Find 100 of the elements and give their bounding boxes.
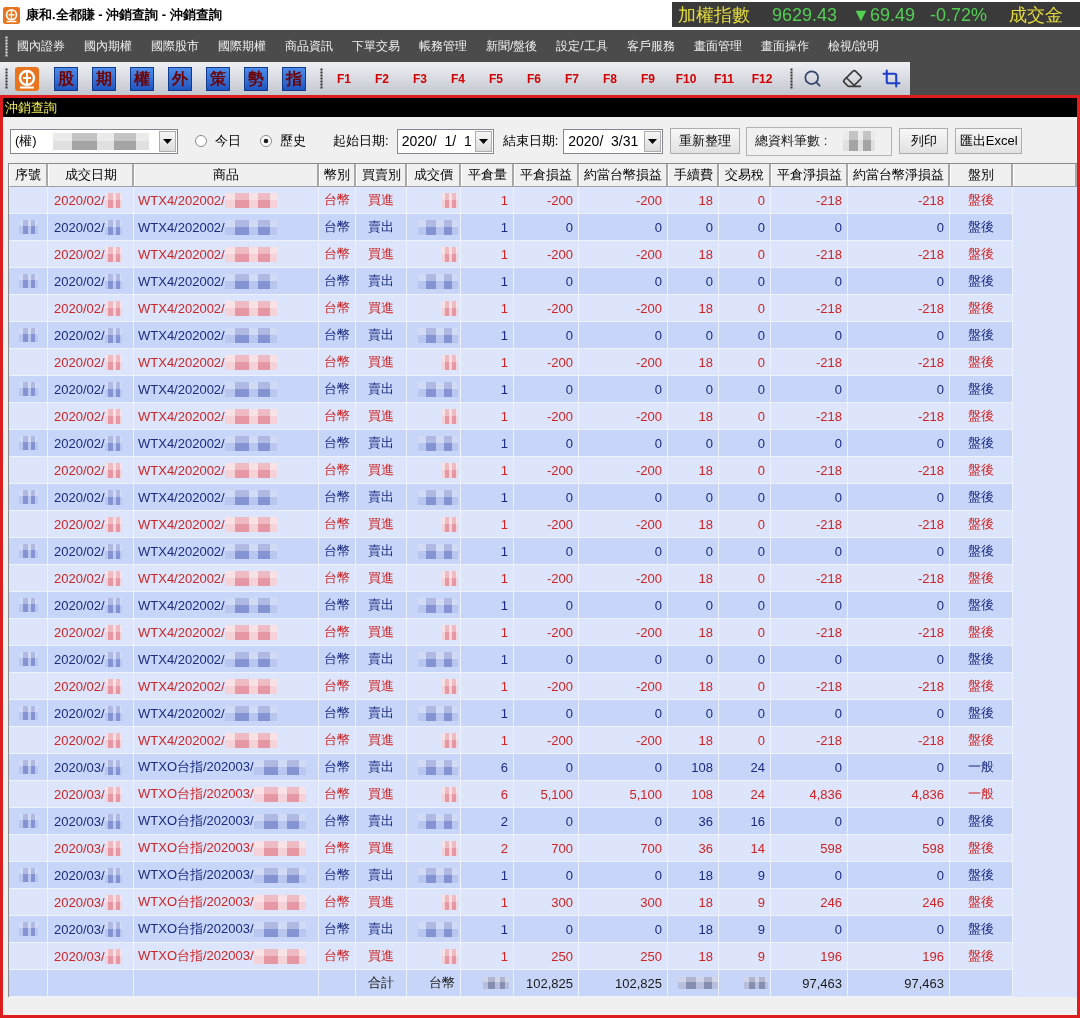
table-cell: 盤後 (950, 376, 1013, 402)
table-row[interactable]: 2020/02/ WTX4/202002/ 台幣 買進 1 -200 -200 18 0 -218 -218 盤後 (9, 511, 1013, 538)
logo-icon[interactable] (15, 66, 39, 91)
table-row[interactable]: 2020/02/ WTX4/202002/ 台幣 買進 1 -200 -200 18 0 -218 -218 盤後 (9, 673, 1013, 700)
pixelated-block (224, 516, 277, 532)
pixelated-block (104, 570, 122, 586)
menu-item[interactable]: 國內證券 (17, 38, 65, 54)
table-row[interactable]: 2020/02/ WTX4/202002/ 台幣 買進 1 -200 -200 18 0 -218 -218 盤後 (9, 295, 1013, 322)
function-key-button[interactable]: F11 (709, 66, 739, 91)
menu-item[interactable]: 檢視/說明 (827, 38, 880, 54)
pixelated-block (678, 977, 718, 989)
menu-item[interactable]: 新聞/盤後 (486, 38, 538, 54)
search-icon[interactable] (803, 69, 822, 88)
refresh-button[interactable]: 重新整理 (670, 128, 741, 154)
table-row[interactable]: 2020/02/ WTX4/202002/ 台幣 賣出 1 0 0 0 0 0 0 盤後 (9, 592, 1013, 619)
function-key-button[interactable]: F5 (481, 66, 511, 91)
menu-item[interactable]: 畫面管理 (693, 38, 742, 54)
table-cell: 合計 (356, 970, 407, 996)
table-row[interactable]: 2020/03/ WTXO台指/202003/ 台幣 賣出 1 0 0 18 9 0 0 盤後 (9, 916, 1013, 943)
export-button[interactable]: 匯出Excel (955, 128, 1023, 154)
menu-item[interactable]: 國際股市 (151, 38, 199, 54)
table-row[interactable]: 2020/03/ WTXO台指/202003/ 台幣 買進 1 250 250 18 9 196 196 盤後 (9, 943, 1013, 970)
account-dropdown[interactable]: (權) (10, 128, 178, 154)
grip-icon[interactable] (320, 68, 323, 89)
function-key-button[interactable]: F3 (405, 66, 435, 91)
function-key-button[interactable]: F10 (671, 66, 701, 91)
table-cell: 盤後 (950, 619, 1013, 645)
eraser-icon[interactable] (842, 68, 863, 89)
menu-item[interactable]: 國際期權 (218, 38, 266, 54)
table-row[interactable]: 2020/03/ WTXO台指/202003/ 台幣 賣出 1 0 0 18 9 0 0 盤後 (9, 862, 1013, 889)
table-cell: 台幣 (319, 322, 356, 348)
table-row[interactable]: 2020/02/ WTX4/202002/ 台幣 賣出 1 0 0 0 0 0 0 盤後 (9, 268, 1013, 295)
table-cell: 0 (848, 754, 950, 780)
pixelated-block (442, 408, 458, 424)
function-key-button[interactable]: F6 (519, 66, 549, 91)
function-key-button[interactable]: F2 (367, 66, 397, 91)
table-row[interactable]: 2020/02/ WTX4/202002/ 台幣 賣出 1 0 0 0 0 0 0 盤後 (9, 376, 1013, 403)
table-cell: WTX4/202002/ (138, 435, 225, 451)
menu-item[interactable]: 客戶服務 (626, 38, 675, 54)
table-cell: 0 (719, 403, 771, 429)
table-row[interactable]: 2020/03/ WTXO台指/202003/ 台幣 買進 2 700 700 36 14 598 598 盤後 (9, 835, 1013, 862)
function-key-button[interactable]: F8 (595, 66, 625, 91)
table-cell: 買進 (356, 457, 407, 483)
table-row[interactable]: 2020/02/ WTX4/202002/ 台幣 賣出 1 0 0 0 0 0 0 盤後 (9, 538, 1013, 565)
menu-item[interactable]: 帳務管理 (419, 38, 467, 54)
table-row[interactable]: 2020/02/ WTX4/202002/ 台幣 買進 1 -200 -200 18 0 -218 -218 盤後 (9, 457, 1013, 484)
table-row[interactable]: 2020/03/ WTXO台指/202003/ 台幣 買進 6 5,100 5,100 108 24 4,836 4,836 一般 (9, 781, 1013, 808)
table-row[interactable]: 2020/03/ WTXO台指/202003/ 台幣 賣出 6 0 0 108 24 0 0 一般 (9, 754, 1013, 781)
menu-item[interactable]: 下單交易 (352, 38, 400, 54)
date-field[interactable]: 2020/ 3/31 (563, 128, 664, 154)
grip-icon[interactable] (5, 35, 8, 57)
table-cell: 4,836 (771, 781, 848, 807)
table-row[interactable]: 2020/02/ WTX4/202002/ 台幣 賣出 1 0 0 0 0 0 0 盤後 (9, 430, 1013, 457)
menu-item[interactable]: 畫面操作 (760, 38, 809, 54)
table-row[interactable]: 2020/02/ WTX4/202002/ 台幣 買進 1 -200 -200 18 0 -218 -218 盤後 (9, 727, 1013, 754)
function-key-button[interactable]: F4 (443, 66, 473, 91)
table-row[interactable]: 2020/02/ WTX4/202002/ 台幣 買進 1 -200 -200 18 0 -218 -218 盤後 (9, 241, 1013, 268)
table-row[interactable]: 2020/02/ WTX4/202002/ 台幣 賣出 1 0 0 0 0 0 0 盤後 (9, 646, 1013, 673)
menu-item[interactable]: 國內期權 (84, 38, 132, 54)
table-cell: WTX4/202002/ (138, 273, 225, 289)
table-cell: 1 (461, 484, 514, 510)
table-cell: 9 (719, 916, 771, 942)
pixelated-block (442, 732, 458, 748)
grip-icon[interactable] (790, 68, 793, 89)
radio-option[interactable]: 今日 (195, 132, 241, 150)
table-row[interactable]: 2020/03/ WTXO台指/202003/ 台幣 買進 1 300 300 18 9 246 246 盤後 (9, 889, 1013, 916)
radio-option[interactable]: 歷史 (260, 132, 306, 150)
table-row[interactable]: 2020/02/ WTX4/202002/ 台幣 賣出 1 0 0 0 0 0 0 盤後 (9, 700, 1013, 727)
dropdown-button[interactable] (644, 130, 662, 152)
function-key-button[interactable]: F7 (557, 66, 587, 91)
table-cell: -200 (514, 403, 579, 429)
function-key-button[interactable]: F1 (329, 66, 359, 91)
table-cell: -218 (848, 511, 950, 537)
function-key-button[interactable]: F12 (747, 66, 777, 91)
table-cell: 賣出 (356, 322, 407, 348)
table-row[interactable]: 2020/02/ WTX4/202002/ 台幣 買進 1 -200 -200 18 0 -218 -218 盤後 (9, 349, 1013, 376)
crop-icon[interactable] (882, 69, 901, 88)
table-row[interactable]: 2020/02/ WTX4/202002/ 台幣 買進 1 -200 -200 18 0 -218 -218 盤後 (9, 619, 1013, 646)
table-row[interactable]: 2020/03/ WTXO台指/202003/ 台幣 賣出 2 0 0 36 16 0 0 盤後 (9, 808, 1013, 835)
menu-item[interactable]: 設定/工具 (556, 38, 608, 54)
table-row[interactable]: 2020/02/ WTX4/202002/ 台幣 買進 1 -200 -200 18 0 -218 -218 盤後 (9, 565, 1013, 592)
radio-icon[interactable] (195, 135, 207, 147)
table-row[interactable]: 2020/02/ WTX4/202002/ 台幣 賣出 1 0 0 0 0 0 0 盤後 (9, 322, 1013, 349)
table-cell: -218 (771, 187, 848, 213)
function-key-button[interactable]: F9 (633, 66, 663, 91)
menu-item[interactable]: 商品資訊 (285, 38, 333, 54)
date-field[interactable]: 2020/ 1/ 1 (396, 128, 494, 154)
table-cell: 18 (668, 565, 719, 591)
table-cell: 9 (719, 943, 771, 969)
grip-icon[interactable] (5, 68, 8, 89)
table-cell: 0 (719, 700, 771, 726)
table-row[interactable]: 2020/02/ WTX4/202002/ 台幣 賣出 1 0 0 0 0 0 0 盤後 (9, 214, 1013, 241)
print-button[interactable]: 列印 (899, 128, 949, 154)
table-cell: 2 (461, 835, 514, 861)
dropdown-button[interactable] (474, 130, 492, 152)
table-row[interactable]: 2020/02/ WTX4/202002/ 台幣 買進 1 -200 -200 18 0 -218 -218 盤後 (9, 187, 1013, 214)
table-row[interactable]: 2020/02/ WTX4/202002/ 台幣 賣出 1 0 0 0 0 0 0 盤後 (9, 484, 1013, 511)
radio-icon[interactable] (260, 135, 272, 147)
table-row[interactable]: 2020/02/ WTX4/202002/ 台幣 買進 1 -200 -200 18 0 -218 -218 盤後 (9, 403, 1013, 430)
dropdown-button[interactable] (159, 130, 176, 152)
